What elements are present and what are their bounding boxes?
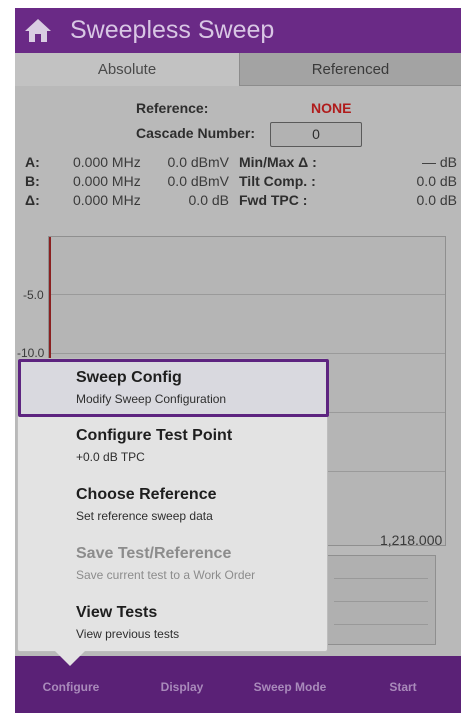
tab-referenced[interactable]: Referenced [239, 53, 461, 86]
nav-start-button[interactable]: Start [353, 680, 453, 694]
marker-delta-level: 0.0 dB [188, 192, 229, 208]
menu-item-subtitle: View previous tests [76, 627, 180, 641]
marker-b-label: B: [25, 173, 40, 189]
menu-item-title: Configure Test Point [76, 427, 233, 444]
cascade-label: Cascade Number: [136, 125, 256, 141]
menu-item-subtitle: Save current test to a Work Order [76, 568, 256, 582]
home-button[interactable] [15, 8, 61, 53]
tilt-comp-value: 0.0 dB [416, 173, 457, 189]
marker-delta-freq: 0.000 MHz [73, 192, 141, 208]
mini-gridline [334, 578, 428, 579]
menu-item-subtitle: +0.0 dB TPC [76, 450, 145, 464]
reference-label: Reference: [136, 100, 209, 116]
menu-item-title: View Tests [76, 604, 158, 621]
marker-a-label: A: [25, 154, 40, 170]
nav-display-button[interactable]: Display [132, 680, 232, 694]
menu-item-configure-test-point[interactable]: Configure Test Point +0.0 dB TPC [18, 417, 329, 475]
menu-item-subtitle: Modify Sweep Configuration [76, 392, 227, 406]
menu-item-choose-reference[interactable]: Choose Reference Set reference sweep dat… [18, 476, 329, 534]
tilt-comp-label: Tilt Comp. : [239, 173, 316, 189]
app-header: Sweepless Sweep [15, 8, 461, 53]
nav-sweep-mode-button[interactable]: Sweep Mode [240, 680, 340, 694]
menu-item-subtitle: Set reference sweep data [76, 509, 213, 523]
marker-delta-label: Δ: [25, 192, 40, 208]
marker-a-freq: 0.000 MHz [73, 154, 141, 170]
reference-value: NONE [311, 100, 352, 116]
mini-gridline [334, 624, 428, 625]
app-title: Sweepless Sweep [70, 16, 275, 44]
gridline [49, 353, 445, 354]
gridline [49, 294, 445, 295]
menu-item-view-tests[interactable]: View Tests View previous tests [18, 594, 329, 652]
menu-item-title: Choose Reference [76, 486, 217, 503]
menu-item-title: Sweep Config [76, 369, 182, 386]
home-icon [25, 19, 51, 42]
min-max-value: — dB [421, 154, 457, 170]
marker-a-level: 0.0 dBmV [167, 154, 229, 170]
menu-pointer-arrow [55, 651, 85, 666]
mini-gridline [334, 601, 428, 602]
configure-menu: Sweep Config Modify Sweep Configuration … [17, 358, 329, 652]
menu-item-save-test-reference: Save Test/Reference Save current test to… [18, 535, 329, 593]
marker-b-freq: 0.000 MHz [73, 173, 141, 189]
min-max-label: Min/Max Δ : [239, 154, 317, 170]
nav-configure-button[interactable]: Configure [21, 680, 121, 694]
mini-panel [325, 555, 436, 645]
marker-b-level: 0.0 dBmV [167, 173, 229, 189]
cascade-number-field[interactable]: 0 [270, 122, 362, 147]
y-tick-label: -5.0 [23, 288, 44, 302]
x-end-label: 1,218.000 [380, 532, 443, 548]
fwd-tpc-label: Fwd TPC : [239, 192, 308, 208]
menu-item-title: Save Test/Reference [76, 545, 232, 562]
fwd-tpc-value: 0.0 dB [416, 192, 457, 208]
app-screen: Sweepless Sweep Absolute Referenced Refe… [15, 8, 461, 713]
menu-item-sweep-config[interactable]: Sweep Config Modify Sweep Configuration [18, 359, 329, 417]
tab-absolute[interactable]: Absolute [15, 53, 239, 86]
